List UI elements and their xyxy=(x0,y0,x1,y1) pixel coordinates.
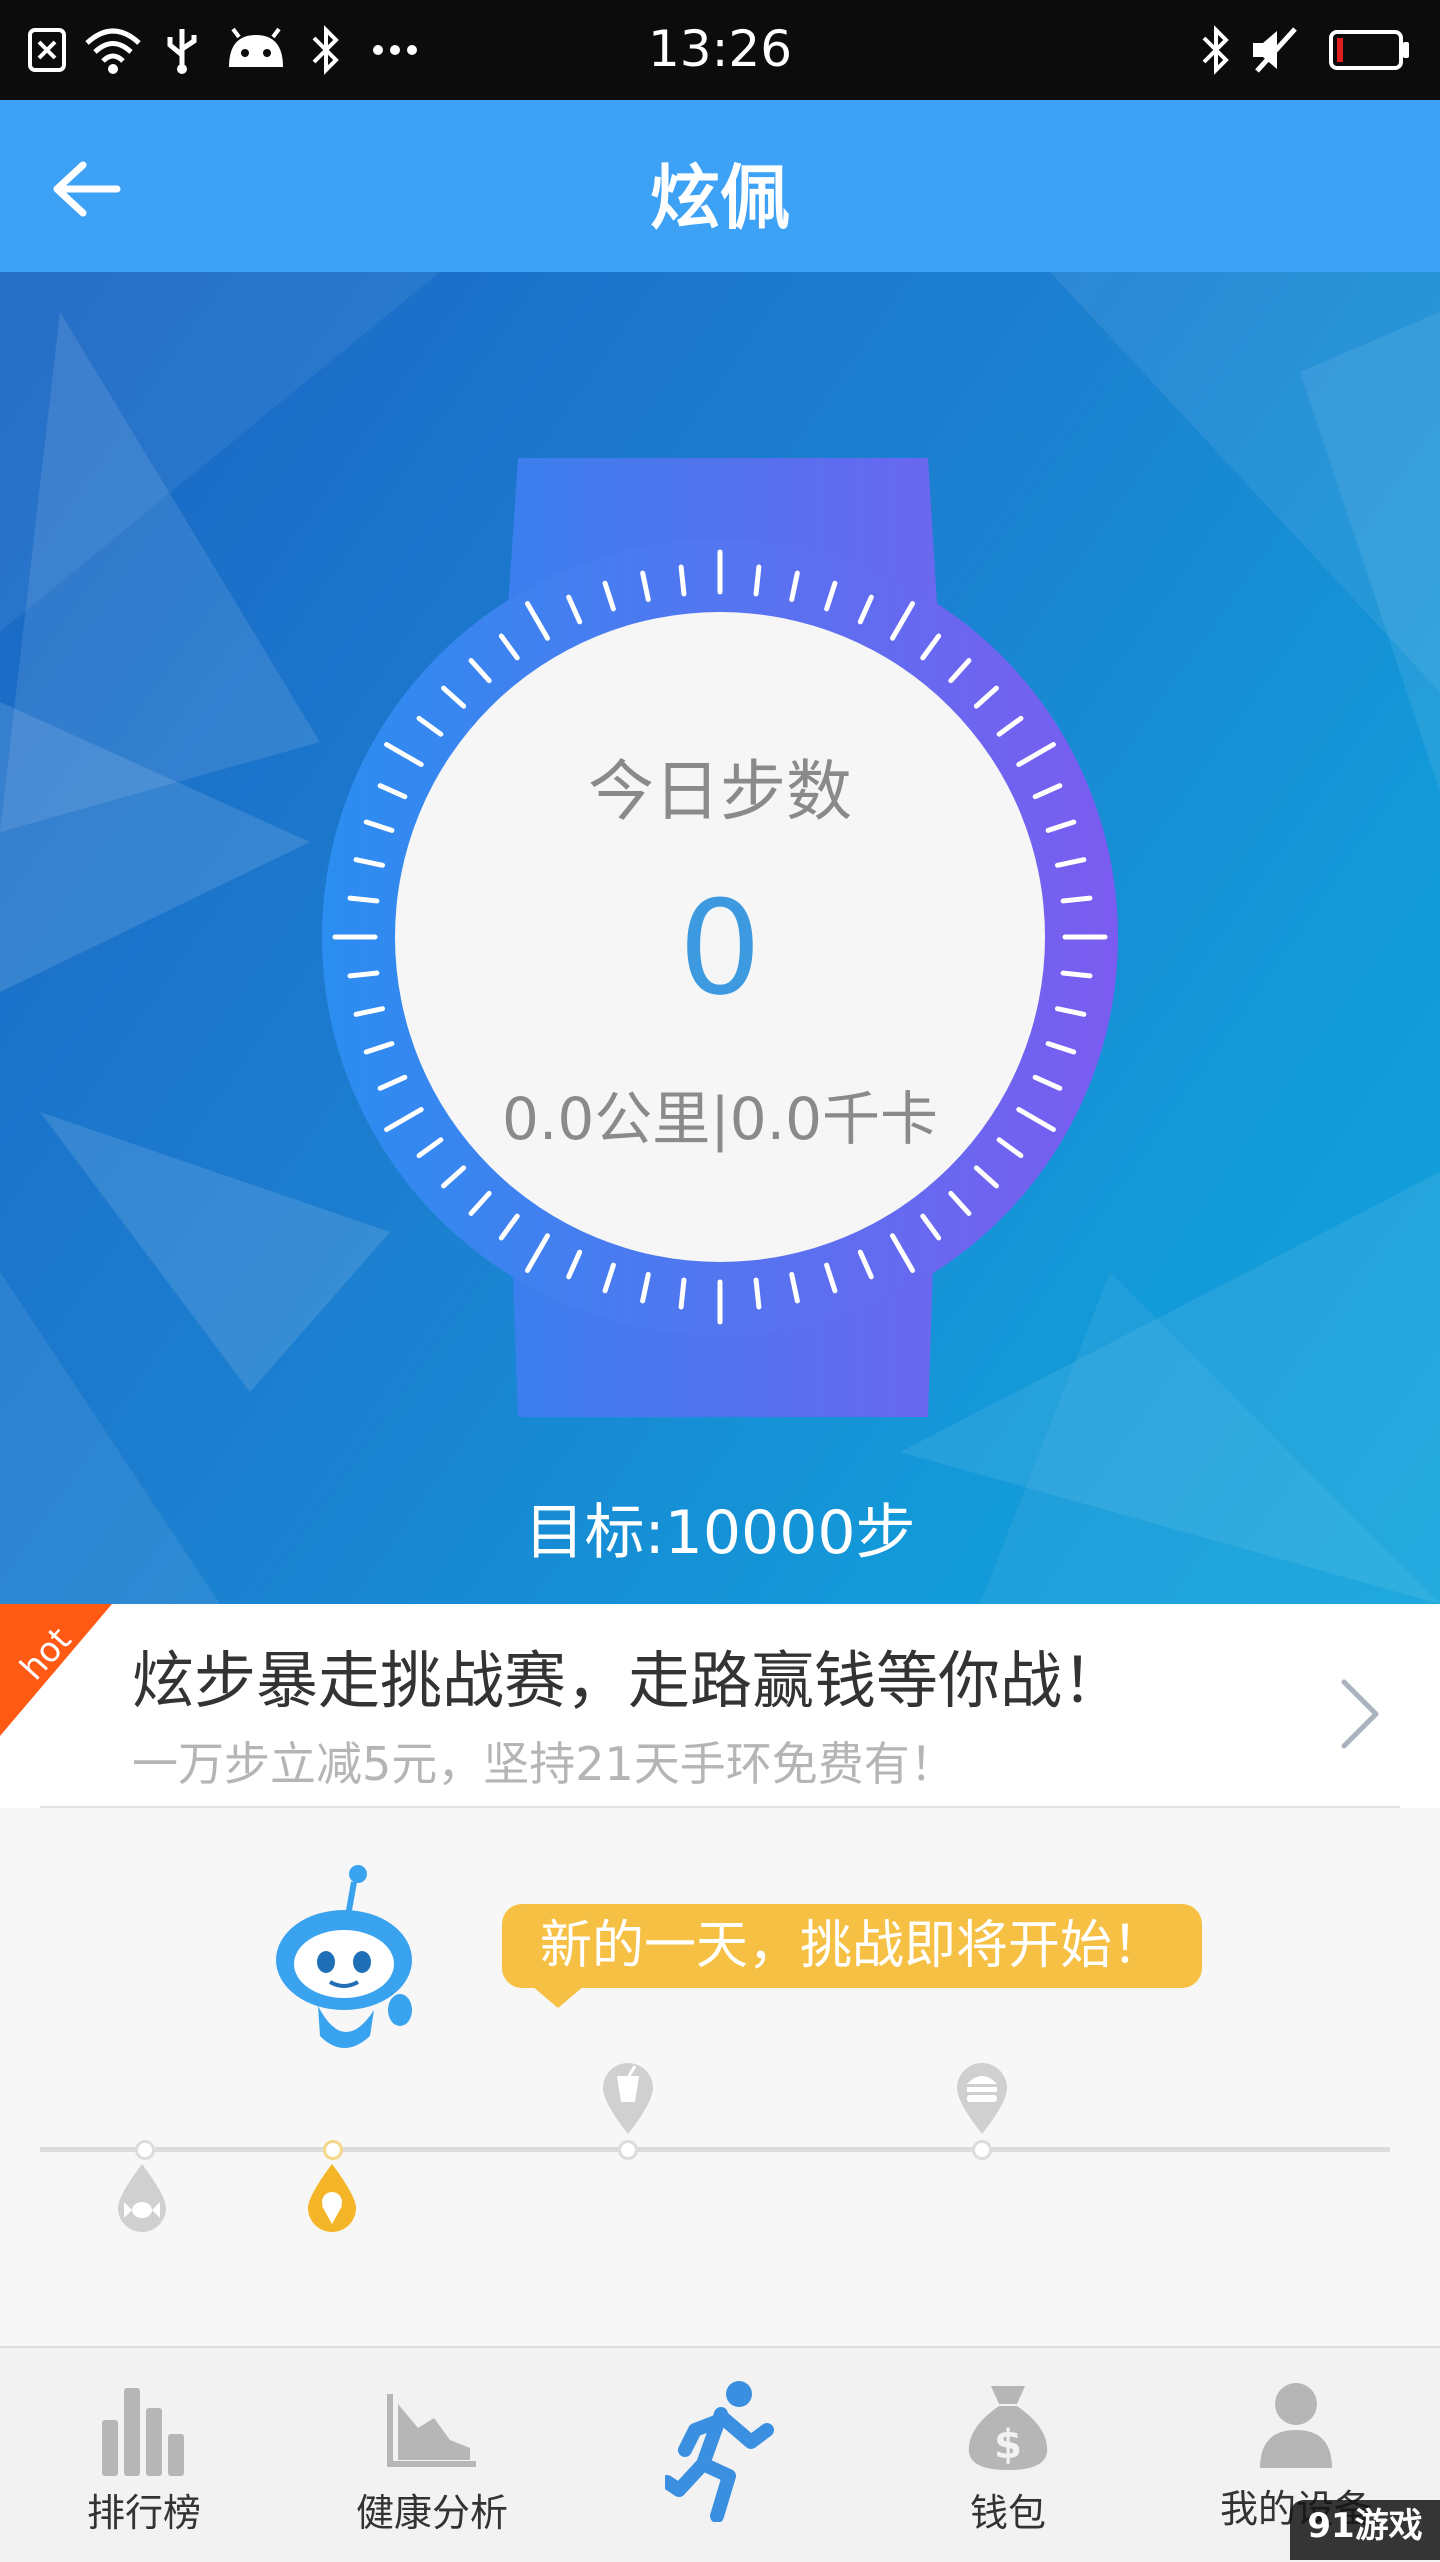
milestone-dot xyxy=(323,2140,343,2160)
steps-hero: 今日步数 0 0.0公里|0.0千卡 目标:10000步 xyxy=(0,272,1440,1604)
candy-icon xyxy=(118,2164,166,2232)
area-chart-icon xyxy=(387,2394,476,2467)
running-person-icon xyxy=(665,2381,774,2522)
steps-label: 今日步数 xyxy=(588,753,852,830)
bar-chart-icon xyxy=(102,2388,184,2476)
robot-mascot-icon xyxy=(276,1865,412,2048)
milestone-dot xyxy=(972,2140,992,2160)
tab-health-analysis[interactable]: 健康分析 xyxy=(288,2348,576,2562)
burger-icon xyxy=(957,2063,1007,2134)
dial-tick xyxy=(753,564,762,597)
money-bag-icon: $ xyxy=(968,2386,1048,2470)
tab-ranking[interactable]: 排行榜 xyxy=(0,2348,288,2562)
speech-bubble-tail xyxy=(532,1986,584,2008)
status-bar: 13:26 xyxy=(0,0,1440,100)
milestone-dot xyxy=(135,2140,155,2160)
promo-title: 炫步暴走挑战赛，走路赢钱等你战！ xyxy=(132,1644,1125,1717)
dial-tick xyxy=(678,1277,687,1310)
dial-tick xyxy=(347,970,380,979)
ice-cream-icon[interactable] xyxy=(300,2162,364,2238)
dial-tick xyxy=(1060,895,1093,904)
page-title: 炫佩 xyxy=(650,157,790,239)
drink-icon xyxy=(603,2063,653,2134)
dial-tick xyxy=(678,564,687,597)
speech-bubble: 新的一天，挑战即将开始！ xyxy=(502,1904,1202,2008)
dial-tick xyxy=(1060,970,1093,979)
distance-calories: 0.0公里|0.0千卡 xyxy=(501,1085,939,1153)
challenge-progress-track xyxy=(40,2147,1390,2152)
steps-count: 0 xyxy=(678,872,762,1024)
bluetooth-icon xyxy=(1196,22,1236,78)
tab-label: 钱包 xyxy=(969,2491,1046,2535)
app-bar: 炫佩 xyxy=(0,100,1440,272)
watermark: 91游戏 xyxy=(1290,2500,1440,2560)
dial-tick xyxy=(753,1277,762,1310)
tab-wallet[interactable]: $ 钱包 xyxy=(864,2348,1152,2562)
battery-low-icon xyxy=(1328,22,1412,78)
chevron-right-icon xyxy=(1341,1679,1379,1749)
promo-subtitle: 一万步立减5元，坚持21天手环免费有！ xyxy=(132,1737,956,1791)
tab-run[interactable] xyxy=(576,2348,864,2562)
challenge-promo-banner[interactable]: hot 炫步暴走挑战赛，走路赢钱等你战！ 一万步立减5元，坚持21天手环免费有！ xyxy=(0,1604,1440,1808)
divider xyxy=(40,1806,1400,1808)
speech-bubble-text: 新的一天，挑战即将开始！ xyxy=(539,1916,1164,1976)
tab-label: 排行榜 xyxy=(86,2491,201,2535)
mute-icon xyxy=(1248,22,1302,78)
step-goal: 目标:10000步 xyxy=(524,1498,916,1568)
milestone-dot xyxy=(618,2140,638,2160)
svg-text:$: $ xyxy=(994,2422,1022,2468)
person-icon xyxy=(1260,2383,1332,2468)
dial-tick xyxy=(347,895,380,904)
bottom-tab-bar: 排行榜 健康分析 $ 钱包 xyxy=(0,2346,1440,2562)
tab-label: 健康分析 xyxy=(355,2491,508,2535)
